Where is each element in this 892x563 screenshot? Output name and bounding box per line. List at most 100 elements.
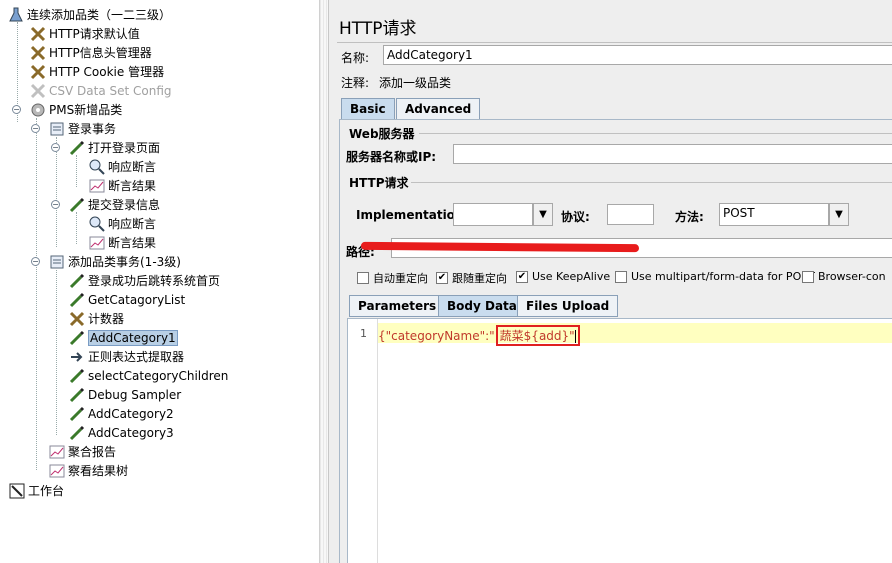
tree-label: selectCategoryChildren xyxy=(88,368,229,383)
tree-label: PMS新增品类 xyxy=(49,103,123,117)
tree-item-redirect-home[interactable]: 登录成功后跳转系统首页 xyxy=(68,271,220,290)
pipette-icon xyxy=(68,367,86,385)
pipette-icon xyxy=(68,424,86,442)
tree-item-get-category-list[interactable]: GetCatagoryList xyxy=(68,290,185,309)
subtab-body-data[interactable]: Body Data xyxy=(438,295,526,317)
collapse-toggle[interactable]: − xyxy=(31,257,40,266)
name-field[interactable]: AddCategory1 xyxy=(383,45,892,65)
wrench-icon xyxy=(29,63,47,81)
collapse-toggle[interactable]: − xyxy=(12,105,21,114)
collapse-toggle[interactable]: − xyxy=(51,200,60,209)
tree-label: 响应断言 xyxy=(108,160,157,174)
subtab-parameters[interactable]: Parameters xyxy=(349,295,446,317)
tree-item-response-assertion-2[interactable]: 响应断言 xyxy=(88,214,156,233)
tree-item-counter[interactable]: 计数器 xyxy=(68,309,124,328)
checkbox-auto-redirect[interactable]: 自动重定向 xyxy=(357,270,428,286)
tree-label: 聚合报告 xyxy=(68,445,117,459)
highlight-box: 蔬菜${add}" xyxy=(495,325,580,346)
protocol-label: 协议: xyxy=(561,210,590,224)
tab-basic[interactable]: Basic xyxy=(341,98,395,120)
tree-item-select-children[interactable]: selectCategoryChildren xyxy=(68,366,228,385)
implementation-select[interactable] xyxy=(453,203,533,226)
body-editor[interactable]: 1 {"categoryName":" 蔬菜${add}" xyxy=(347,318,892,563)
tree-item-response-assertion-1[interactable]: 响应断言 xyxy=(88,157,156,176)
json-highlight-text: 蔬菜${add}" xyxy=(499,329,575,343)
tree-item-workbench[interactable]: 工作台 xyxy=(8,481,64,500)
tree-item-thread-group[interactable]: PMS新增品类 xyxy=(29,100,122,119)
tree-item-view-results-tree[interactable]: 察看结果树 xyxy=(48,461,128,480)
method-select[interactable]: POST xyxy=(719,203,829,226)
tab-advanced[interactable]: Advanced xyxy=(396,98,481,120)
split-pane-divider[interactable] xyxy=(319,0,329,563)
tree-item-http-defaults[interactable]: HTTP请求默认值 xyxy=(29,24,140,43)
magnifier-icon xyxy=(88,215,106,233)
graph-icon xyxy=(48,462,66,480)
test-plan-tree: 连续添加品类（一二三级） HTTP请求默认值 HTTP信息头管理器 HTTP C… xyxy=(0,0,319,563)
tree-label: 工作台 xyxy=(28,484,65,498)
checkbox-multipart[interactable]: Use multipart/form-data for POST xyxy=(615,270,815,283)
checkbox-box[interactable]: ✔ xyxy=(436,272,448,284)
checkbox-follow-redirect[interactable]: ✔ 跟随重定向 xyxy=(436,270,507,286)
checkbox-box[interactable] xyxy=(802,270,814,283)
checkbox-box[interactable] xyxy=(357,272,369,284)
tree-item-add-category-2[interactable]: AddCategory2 xyxy=(68,404,174,423)
tree-label: Debug Sampler xyxy=(88,387,182,402)
tree-item-assertion-result-1[interactable]: 断言结果 xyxy=(88,176,156,195)
tree-item-open-login[interactable]: 打开登录页面 xyxy=(68,138,160,157)
checkbox-browser-compatible[interactable]: Browser-con xyxy=(802,270,886,283)
transaction-icon xyxy=(48,253,66,271)
collapse-toggle[interactable]: − xyxy=(51,143,60,152)
tree-label: 添加品类事务(1-3级) xyxy=(68,255,181,269)
tree-root[interactable]: 连续添加品类（一二三级） xyxy=(7,5,171,24)
body-line-1: {"categoryName":" 蔬菜${add}" xyxy=(378,325,580,346)
tree-item-debug-sampler[interactable]: Debug Sampler xyxy=(68,385,181,404)
checkbox-label: 自动重定向 xyxy=(373,272,428,285)
tree-label: 登录事务 xyxy=(68,122,117,136)
tree-item-submit-login[interactable]: 提交登录信息 xyxy=(68,195,160,214)
checkbox-label: Browser-con xyxy=(818,270,886,283)
line-number: 1 xyxy=(360,327,367,340)
checkbox-box[interactable] xyxy=(615,270,627,283)
tree-item-cookie-manager[interactable]: HTTP Cookie 管理器 xyxy=(29,62,164,81)
wrench-icon xyxy=(29,44,47,62)
checkbox-keepalive[interactable]: ✔ Use KeepAlive xyxy=(516,270,610,283)
tree-item-add-category-3[interactable]: AddCategory3 xyxy=(68,423,174,442)
tree-item-regex-extractor[interactable]: 正则表达式提取器 xyxy=(68,347,184,366)
graph-icon xyxy=(48,443,66,461)
tree-label: AddCategory1 xyxy=(88,329,178,346)
flask-icon xyxy=(7,6,25,24)
checkbox-box[interactable]: ✔ xyxy=(516,270,528,283)
tree-item-csv-config[interactable]: CSV Data Set Config xyxy=(29,81,172,100)
web-server-section: Web服务器 xyxy=(349,127,415,141)
tree-label: 响应断言 xyxy=(108,217,157,231)
chevron-down-icon[interactable]: ▼ xyxy=(829,203,849,226)
pipette-icon xyxy=(68,139,86,157)
tree-line xyxy=(36,118,37,470)
tree-item-add-transaction[interactable]: 添加品类事务(1-3级) xyxy=(48,252,181,271)
transaction-icon xyxy=(48,120,66,138)
chevron-down-icon[interactable]: ▼ xyxy=(533,203,553,226)
subtab-files-upload[interactable]: Files Upload xyxy=(517,295,619,317)
name-label: 名称: xyxy=(341,51,370,65)
protocol-field[interactable] xyxy=(607,204,654,225)
tree-item-add-category-1[interactable]: AddCategory1 xyxy=(68,328,178,347)
panel-title: HTTP请求 xyxy=(339,19,417,39)
tree-item-header-manager[interactable]: HTTP信息头管理器 xyxy=(29,43,152,62)
pipette-icon xyxy=(68,329,86,347)
tree-label: HTTP Cookie 管理器 xyxy=(49,65,165,79)
pipette-icon xyxy=(68,386,86,404)
tree-item-aggregate-report[interactable]: 聚合报告 xyxy=(48,442,116,461)
comment-field[interactable]: 添加一级品类 xyxy=(379,74,451,91)
tree-item-assertion-result-2[interactable]: 断言结果 xyxy=(88,233,156,252)
divider xyxy=(337,42,892,43)
server-field[interactable] xyxy=(453,144,892,164)
magnifier-icon xyxy=(88,158,106,176)
server-label: 服务器名称或IP: xyxy=(346,150,437,164)
collapse-toggle[interactable]: − xyxy=(31,124,40,133)
tree-line xyxy=(76,212,77,244)
http-section: HTTP请求 xyxy=(349,176,409,190)
tree-label: 登录成功后跳转系统首页 xyxy=(88,274,221,288)
tree-item-login-transaction[interactable]: 登录事务 xyxy=(48,119,116,138)
checkbox-label: 跟随重定向 xyxy=(452,272,507,285)
implementation-label: Implementation: xyxy=(356,208,469,222)
